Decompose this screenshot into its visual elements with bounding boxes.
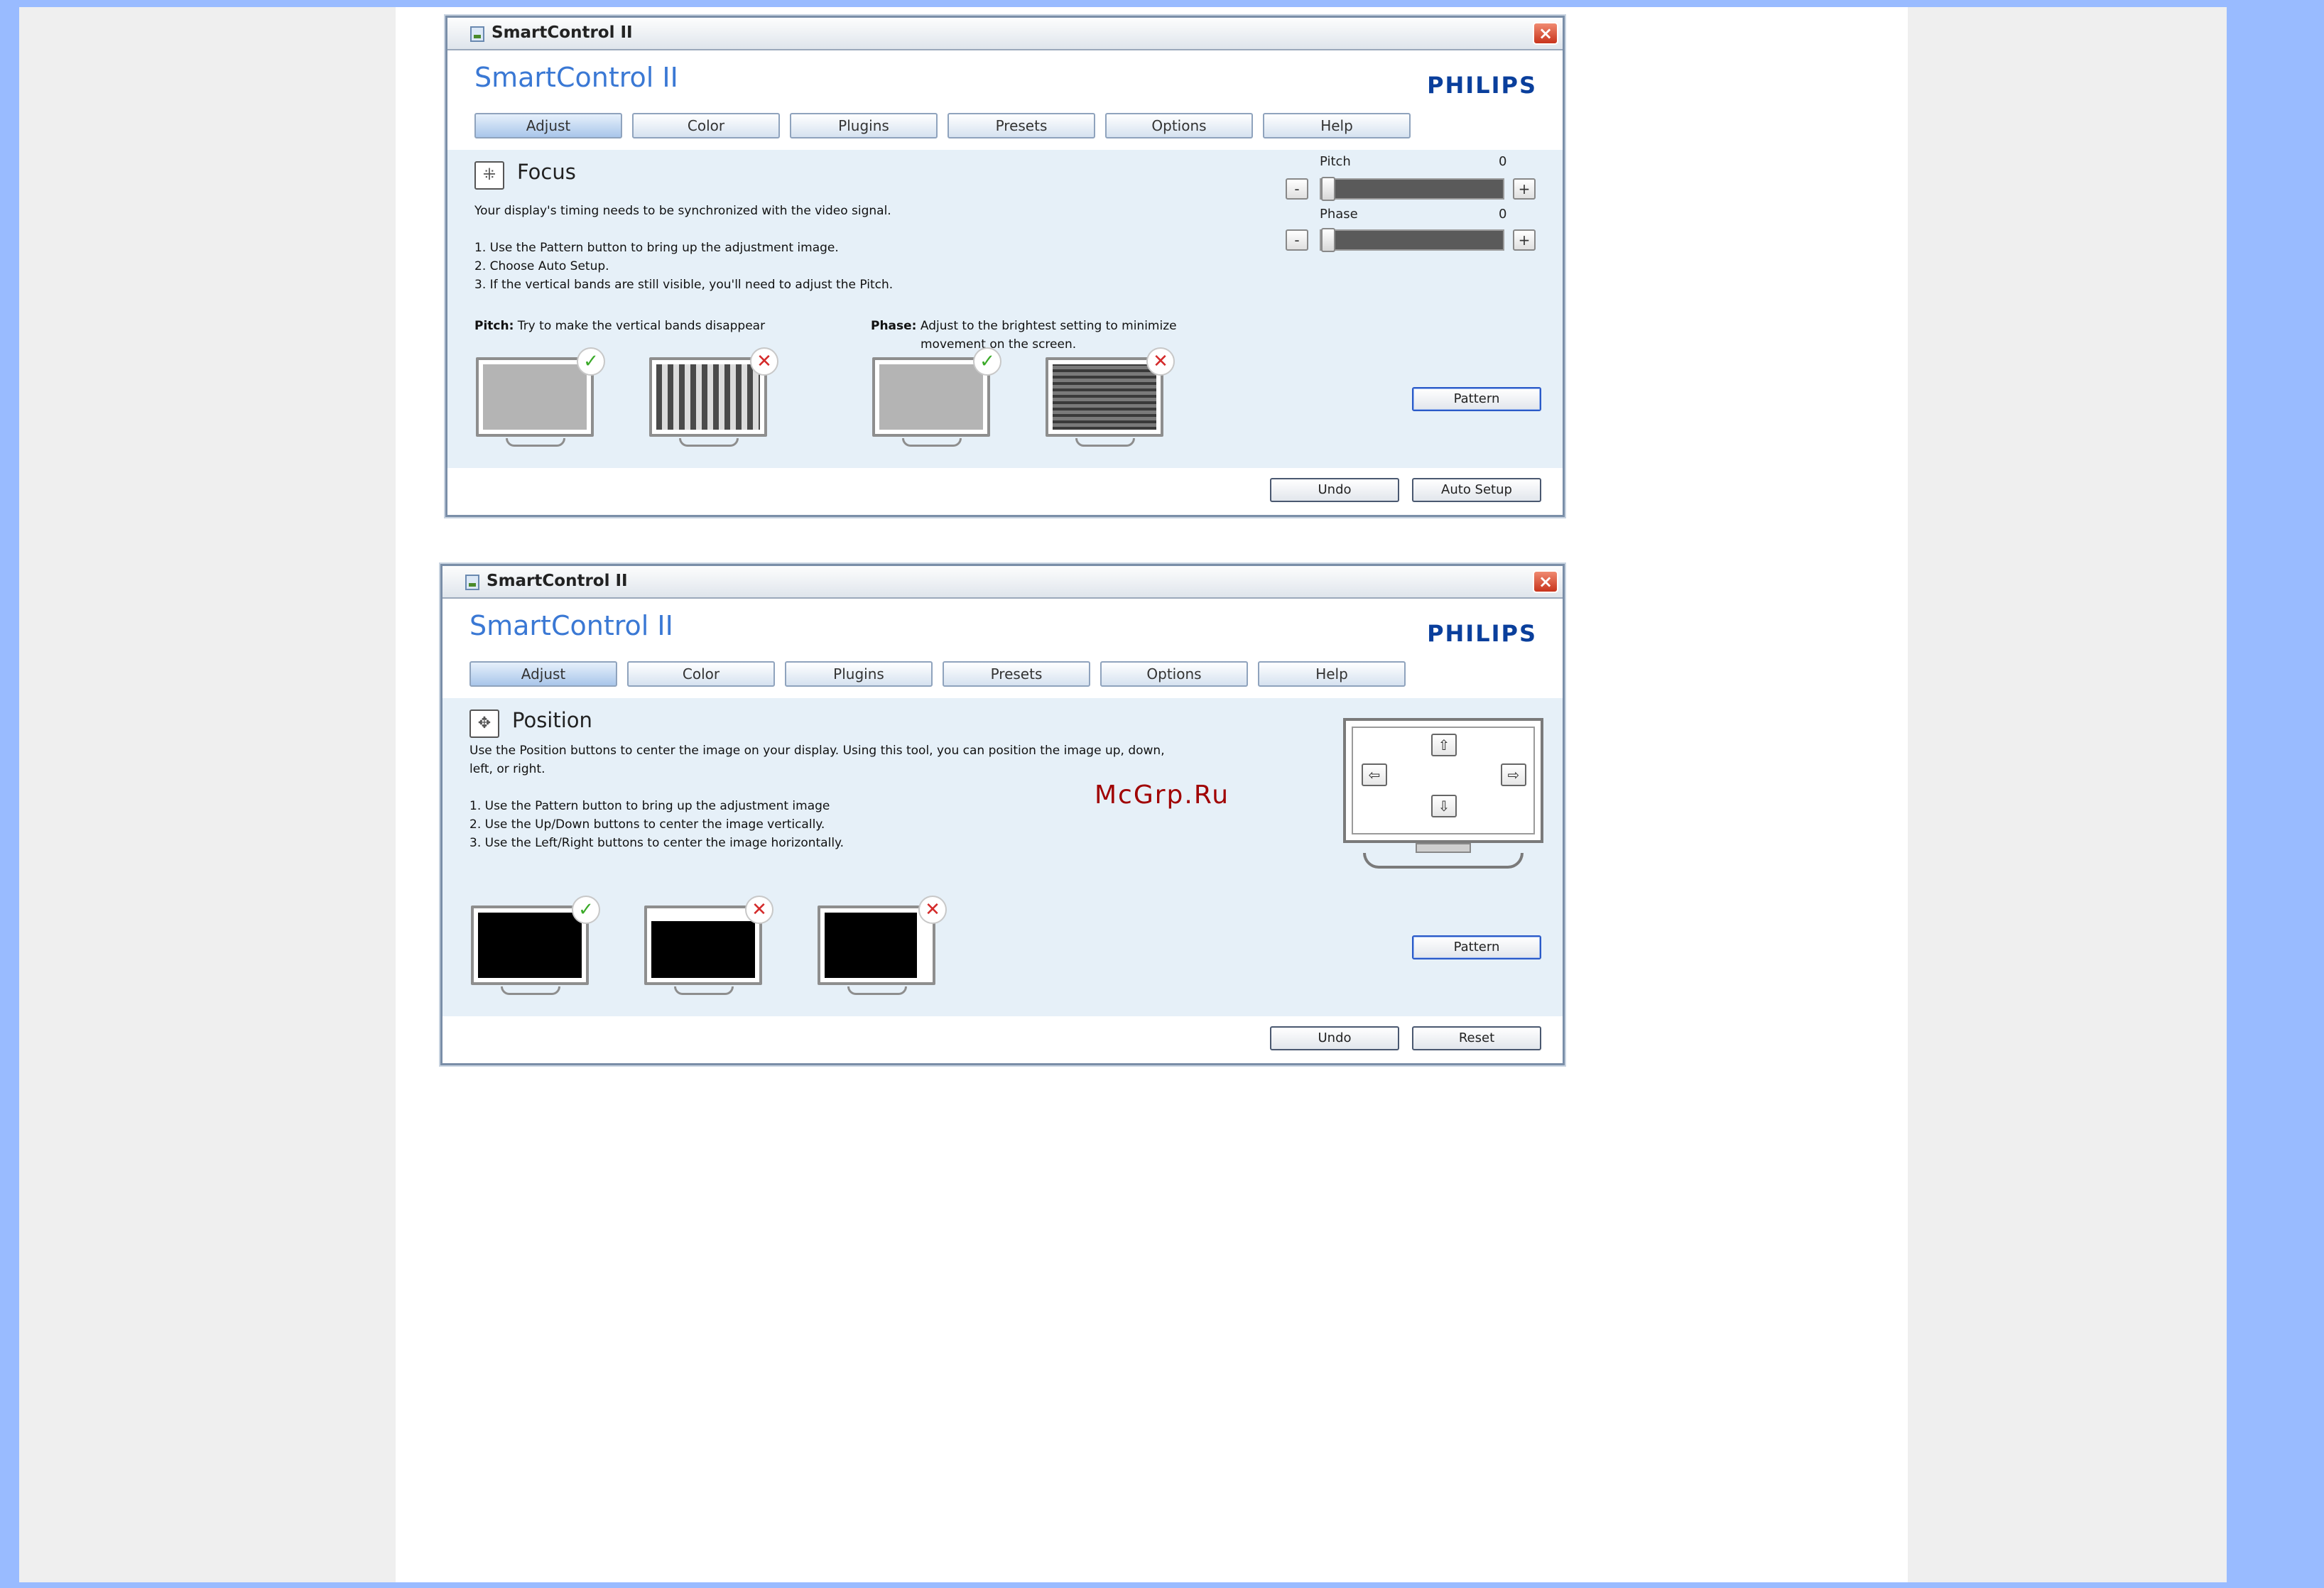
smartcontrol-window-focus: SmartControl II × SmartControl II PHILIP…: [445, 16, 1565, 517]
arrow-up-icon: ⇧: [1438, 736, 1450, 754]
section-title: Position: [512, 708, 592, 732]
tab-adjust[interactable]: Adjust: [469, 661, 617, 687]
pitch-label: Pitch: [1320, 154, 1351, 169]
tab-options[interactable]: Options: [1105, 113, 1253, 138]
tab-plugins[interactable]: Plugins: [790, 113, 938, 138]
step-2: 2. Use the Up/Down buttons to center the…: [469, 817, 825, 832]
philips-logo: PHILIPS: [1427, 620, 1537, 647]
tab-presets[interactable]: Presets: [943, 661, 1090, 687]
window-title: SmartControl II: [487, 572, 628, 590]
close-icon: ×: [1538, 23, 1553, 43]
pitch-caption: Pitch: Try to make the vertical bands di…: [474, 319, 766, 333]
tab-color[interactable]: Color: [627, 661, 775, 687]
window-title: SmartControl II: [492, 23, 633, 42]
phase-plus-button[interactable]: +: [1513, 229, 1536, 251]
right-arrow-button[interactable]: ⇨: [1501, 763, 1526, 786]
phase-label: Phase: [1320, 207, 1358, 222]
description: Use the Position buttons to center the i…: [469, 744, 1165, 758]
step-1: 1. Use the Pattern button to bring up th…: [474, 241, 839, 255]
section-title: Focus: [517, 160, 576, 184]
undo-button[interactable]: Undo: [1270, 478, 1399, 502]
phase-minus-button[interactable]: -: [1286, 229, 1308, 251]
app-icon: [470, 26, 484, 42]
close-icon: ×: [1538, 572, 1553, 592]
app-title: SmartControl II: [469, 610, 673, 641]
reset-button[interactable]: Reset: [1412, 1026, 1541, 1050]
phase-value: 0: [1499, 207, 1507, 222]
pitch-good-example: ✓: [476, 347, 605, 454]
pitch-minus-button[interactable]: -: [1286, 178, 1308, 200]
tab-help[interactable]: Help: [1263, 113, 1411, 138]
title-bar[interactable]: SmartControl II ×: [442, 566, 1563, 599]
pattern-button[interactable]: Pattern: [1412, 935, 1541, 959]
down-arrow-button[interactable]: ⇩: [1431, 795, 1457, 817]
auto-setup-button[interactable]: Auto Setup: [1412, 478, 1541, 502]
check-icon: ✓: [572, 896, 600, 924]
cross-icon: ✕: [745, 896, 773, 924]
app-icon: [465, 575, 479, 590]
cross-icon: ✕: [918, 896, 947, 924]
pitch-value: 0: [1499, 154, 1507, 169]
tab-presets[interactable]: Presets: [947, 113, 1095, 138]
position-bad-horizontal-example: ✕: [818, 896, 947, 1002]
phase-caption-line2: movement on the screen.: [921, 337, 1077, 352]
step-2: 2. Choose Auto Setup.: [474, 259, 609, 273]
description-line2: left, or right.: [469, 762, 545, 776]
title-bar[interactable]: SmartControl II ×: [447, 18, 1563, 50]
cross-icon: ✕: [750, 347, 778, 376]
up-arrow-button[interactable]: ⇧: [1431, 734, 1457, 756]
tab-plugins[interactable]: Plugins: [785, 661, 933, 687]
check-icon: ✓: [973, 347, 1001, 376]
close-button[interactable]: ×: [1533, 570, 1558, 593]
philips-logo: PHILIPS: [1427, 72, 1537, 99]
position-control: ⇧ ⇩ ⇦ ⇨: [1343, 718, 1546, 896]
step-1: 1. Use the Pattern button to bring up th…: [469, 799, 830, 813]
phase-good-example: ✓: [872, 347, 1001, 454]
undo-button[interactable]: Undo: [1270, 1026, 1399, 1050]
phase-slider[interactable]: [1320, 228, 1504, 252]
phase-slider-thumb[interactable]: [1321, 228, 1335, 252]
position-good-example: ✓: [471, 896, 600, 1002]
phase-caption: Phase: Adjust to the brightest setting t…: [871, 319, 1177, 333]
description: Your display's timing needs to be synchr…: [474, 204, 891, 218]
pitch-plus-button[interactable]: +: [1513, 178, 1536, 200]
position-bad-vertical-example: ✕: [644, 896, 773, 1002]
check-icon: ✓: [577, 347, 605, 376]
pitch-slider-thumb[interactable]: [1321, 177, 1335, 201]
pitch-slider[interactable]: [1320, 177, 1504, 201]
move-icon: ✥: [469, 709, 499, 738]
step-3: 3. If the vertical bands are still visib…: [474, 278, 894, 292]
arrow-right-icon: ⇨: [1507, 766, 1520, 783]
focus-icon: ⁜: [474, 161, 504, 190]
phase-bad-example: ✕: [1046, 347, 1175, 454]
pitch-bad-example: ✕: [649, 347, 778, 454]
content-panel: ⁜ Focus Your display's timing needs to b…: [447, 150, 1563, 468]
watermark: McGrp.Ru: [1095, 781, 1230, 810]
step-3: 3. Use the Left/Right buttons to center …: [469, 836, 845, 850]
arrow-left-icon: ⇦: [1368, 766, 1381, 783]
app-title: SmartControl II: [474, 62, 678, 93]
arrow-down-icon: ⇩: [1438, 798, 1450, 815]
smartcontrol-window-position: SmartControl II × SmartControl II PHILIP…: [440, 564, 1565, 1065]
content-panel: ✥ Position Use the Position buttons to c…: [442, 698, 1563, 1016]
tab-help[interactable]: Help: [1258, 661, 1406, 687]
pattern-button[interactable]: Pattern: [1412, 387, 1541, 411]
tab-adjust[interactable]: Adjust: [474, 113, 622, 138]
tab-color[interactable]: Color: [632, 113, 780, 138]
tab-options[interactable]: Options: [1100, 661, 1248, 687]
left-arrow-button[interactable]: ⇦: [1362, 763, 1387, 786]
close-button[interactable]: ×: [1533, 22, 1558, 45]
cross-icon: ✕: [1146, 347, 1175, 376]
